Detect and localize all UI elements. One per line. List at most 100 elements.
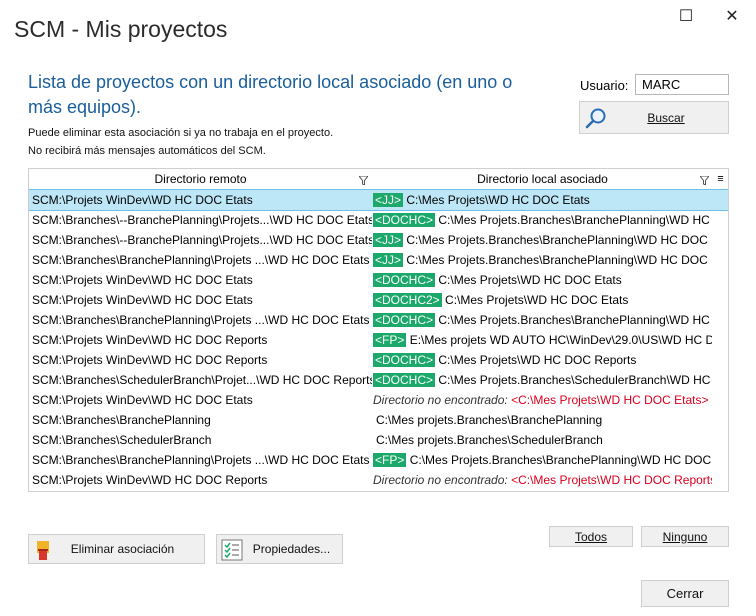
local-directory-cell: <DOCHC> C:\Mes Projets.Branches\BrancheP… bbox=[373, 213, 712, 227]
table-row[interactable]: SCM:\Projets WinDev\WD HC DOC Etats <JJ> … bbox=[29, 189, 728, 211]
not-found-label: Directorio no encontrado: bbox=[373, 473, 508, 487]
table-row[interactable]: SCM:\Projets WinDev\WD HC DOC Reports <FP… bbox=[29, 330, 728, 350]
local-directory-cell: <JJ> C:\Mes Projets.Branches\BranchePlan… bbox=[373, 233, 712, 247]
computer-tag-badge: <FP> bbox=[373, 333, 407, 347]
select-all-label: Todos bbox=[574, 529, 608, 544]
local-path: C:\Mes Projets.Branches\BranchePlanning\… bbox=[406, 253, 712, 267]
remote-directory-cell: SCM:\Projets WinDev\WD HC DOC Reports bbox=[32, 353, 268, 367]
local-path: C:\Mes projets.Branches\SchedulerBranch bbox=[376, 433, 603, 447]
local-path: C:\Mes Projets.Branches\BranchePlanning\… bbox=[409, 453, 712, 467]
local-directory-cell: Directorio no encontrado: <C:\Mes Projet… bbox=[373, 393, 712, 407]
table-row[interactable]: SCM:\Branches\--BranchePlanning\Projets.… bbox=[29, 230, 728, 250]
column-header-remote-label: Directorio remoto bbox=[154, 172, 247, 186]
local-directory-cell: <DOCHC> C:\Mes Projets.Branches\Schedule… bbox=[373, 373, 712, 387]
remote-directory-cell: SCM:\Branches\SchedulerBranch bbox=[32, 433, 212, 447]
remote-directory-cell: SCM:\Branches\--BranchePlanning\Projets.… bbox=[32, 233, 372, 247]
delete-icon bbox=[37, 541, 49, 560]
table-row[interactable]: SCM:\Projets WinDev\WD HC DOC Etats Direc… bbox=[29, 390, 728, 410]
remote-directory-cell: SCM:\Branches\SchedulerBranch\Projet...\… bbox=[32, 373, 372, 387]
local-directory-cell: Directorio no encontrado: <C:\Mes Projet… bbox=[373, 473, 712, 487]
local-path: C:\Mes Projets\WD HC DOC Reports bbox=[438, 353, 637, 367]
local-path: E:\Mes projets WD AUTO HC\WinDev\29.0\US… bbox=[409, 333, 712, 347]
local-path: C:\Mes Projets.Branches\BranchePlanning\… bbox=[438, 313, 710, 327]
table-row[interactable]: SCM:\Branches\BranchePlanning C:\Mes proj… bbox=[29, 410, 728, 430]
table-row[interactable]: SCM:\Branches\BranchePlanning\Projets ..… bbox=[29, 450, 728, 470]
local-path: C:\Mes Projets\WD HC DOC Etats bbox=[406, 193, 590, 207]
computer-tag-badge: <DOCHC> bbox=[373, 273, 436, 287]
local-directory-cell: <FP> C:\Mes Projets.Branches\BranchePlan… bbox=[373, 453, 712, 467]
table-row[interactable]: SCM:\Projets WinDev\WD HC DOC Etats <DOCH… bbox=[29, 270, 728, 290]
remote-directory-cell: SCM:\Projets WinDev\WD HC DOC Reports bbox=[32, 473, 268, 487]
close-window-button[interactable]: ✕ bbox=[714, 4, 750, 28]
search-button-label: Buscar bbox=[647, 110, 685, 125]
table-row[interactable]: SCM:\Projets WinDev\WD HC DOC Reports Dir… bbox=[29, 470, 728, 490]
local-directory-cell: <DOCHC2> C:\Mes Projets\WD HC DOC Etats bbox=[373, 293, 712, 307]
select-none-button[interactable]: Ninguno bbox=[641, 526, 729, 547]
remote-directory-cell: SCM:\Projets WinDev\WD HC DOC Etats bbox=[32, 273, 253, 287]
properties-icon bbox=[221, 539, 243, 561]
remote-directory-cell: SCM:\Projets WinDev\WD HC DOC Etats bbox=[32, 293, 253, 307]
local-path: C:\Mes Projets.Branches\BranchePlanning\… bbox=[406, 233, 712, 247]
computer-tag-badge: <JJ> bbox=[373, 233, 404, 247]
column-header-local[interactable]: Directorio local asociado bbox=[372, 169, 713, 190]
local-directory-cell: C:\Mes projets.Branches\BranchePlanning bbox=[376, 413, 715, 427]
computer-tag-badge: <DOCHC> bbox=[373, 213, 436, 227]
remote-directory-cell: SCM:\Projets WinDev\WD HC DOC Etats bbox=[32, 193, 253, 207]
column-menu-icon[interactable]: ≡ bbox=[713, 169, 728, 190]
projects-table[interactable]: Directorio remoto Directorio local asoci… bbox=[28, 168, 729, 492]
local-directory-cell: <FP> E:\Mes projets WD AUTO HC\WinDev\29… bbox=[373, 333, 712, 347]
description-line-1: Puede eliminar esta asociación si ya no … bbox=[28, 127, 334, 139]
remote-directory-cell: SCM:\Branches\BranchePlanning\Projets ..… bbox=[32, 313, 370, 327]
table-row[interactable]: SCM:\Projets WinDev\WD HC DOC Reports <DO… bbox=[29, 350, 728, 370]
remote-directory-cell: SCM:\Projets WinDev\WD HC DOC Reports bbox=[32, 333, 268, 347]
table-row[interactable]: SCM:\Projets WinDev\WD HC DOC Etats <DOCH… bbox=[29, 290, 728, 310]
computer-tag-badge: <JJ> bbox=[373, 193, 404, 207]
table-row[interactable]: SCM:\Branches\BranchePlanning\Projets ..… bbox=[29, 250, 728, 270]
close-button[interactable]: Cerrar bbox=[641, 580, 729, 607]
local-path: C:\Mes Projets.Branches\SchedulerBranch\… bbox=[438, 373, 712, 387]
local-path: <C:\Mes Projets\WD HC DOC Reports bbox=[511, 473, 712, 487]
computer-tag-badge: <FP> bbox=[373, 453, 407, 467]
properties-label: Propiedades... bbox=[252, 542, 331, 556]
search-button[interactable]: Buscar bbox=[579, 101, 729, 134]
computer-tag-badge: <DOCHC2> bbox=[373, 293, 442, 307]
local-path: C:\Mes projets.Branches\BranchePlanning bbox=[376, 413, 603, 427]
computer-tag-badge: <DOCHC> bbox=[373, 373, 436, 387]
remote-directory-cell: SCM:\Branches\BranchePlanning\Projets ..… bbox=[32, 453, 370, 467]
computer-tag-badge: <JJ> bbox=[373, 253, 404, 267]
column-header-remote[interactable]: Directorio remoto bbox=[29, 169, 373, 190]
local-path: C:\Mes Projets\WD HC DOC Etats bbox=[445, 293, 629, 307]
select-all-button[interactable]: Todos bbox=[549, 526, 633, 547]
local-path: <C:\Mes Projets\WD HC DOC Etats> bbox=[511, 393, 709, 407]
close-icon: ✕ bbox=[725, 8, 739, 25]
window-title: SCM - Mis proyectos bbox=[14, 16, 228, 42]
not-found-label: Directorio no encontrado: bbox=[373, 393, 508, 407]
properties-button[interactable]: Propiedades... bbox=[216, 534, 343, 564]
remote-directory-cell: SCM:\Branches\BranchePlanning bbox=[32, 413, 211, 427]
delete-association-button[interactable]: Eliminar asociación bbox=[28, 534, 205, 564]
table-row[interactable]: SCM:\Branches\SchedulerBranch\Projet...\… bbox=[29, 370, 728, 390]
maximize-button[interactable]: ☐ bbox=[668, 4, 704, 28]
local-directory-cell: <DOCHC> C:\Mes Projets\WD HC DOC Etats bbox=[373, 273, 712, 287]
select-none-label: Ninguno bbox=[662, 529, 708, 544]
local-directory-cell: <DOCHC> C:\Mes Projets.Branches\BrancheP… bbox=[373, 313, 712, 327]
filter-icon[interactable] bbox=[700, 176, 709, 185]
user-label: Usuario: bbox=[580, 78, 629, 93]
page-heading: Lista de proyectos con un directorio loc… bbox=[28, 72, 513, 117]
local-path: C:\Mes Projets\WD HC DOC Etats bbox=[438, 273, 622, 287]
remote-directory-cell: SCM:\Branches\BranchePlanning\Projets ..… bbox=[32, 253, 370, 267]
filter-icon[interactable] bbox=[359, 176, 368, 185]
local-directory-cell: <JJ> C:\Mes Projets.Branches\BranchePlan… bbox=[373, 253, 712, 267]
remote-directory-cell: SCM:\Branches\--BranchePlanning\Projets.… bbox=[32, 213, 372, 227]
close-button-label: Cerrar bbox=[666, 586, 704, 601]
user-field[interactable]: MARC bbox=[635, 74, 729, 95]
computer-tag-badge: <DOCHC> bbox=[373, 353, 436, 367]
description-line-2: No recibirá más mensajes automáticos del… bbox=[28, 145, 266, 157]
table-row[interactable]: SCM:\Branches\SchedulerBranch C:\Mes proj… bbox=[29, 430, 728, 450]
table-row[interactable]: SCM:\Branches\--BranchePlanning\Projets.… bbox=[29, 210, 728, 230]
search-icon bbox=[585, 108, 606, 129]
local-path: C:\Mes Projets.Branches\BranchePlanning\… bbox=[438, 213, 710, 227]
remote-directory-cell: SCM:\Projets WinDev\WD HC DOC Etats bbox=[32, 393, 253, 407]
local-directory-cell: <DOCHC> C:\Mes Projets\WD HC DOC Reports bbox=[373, 353, 712, 367]
table-row[interactable]: SCM:\Branches\BranchePlanning\Projets ..… bbox=[29, 310, 728, 330]
